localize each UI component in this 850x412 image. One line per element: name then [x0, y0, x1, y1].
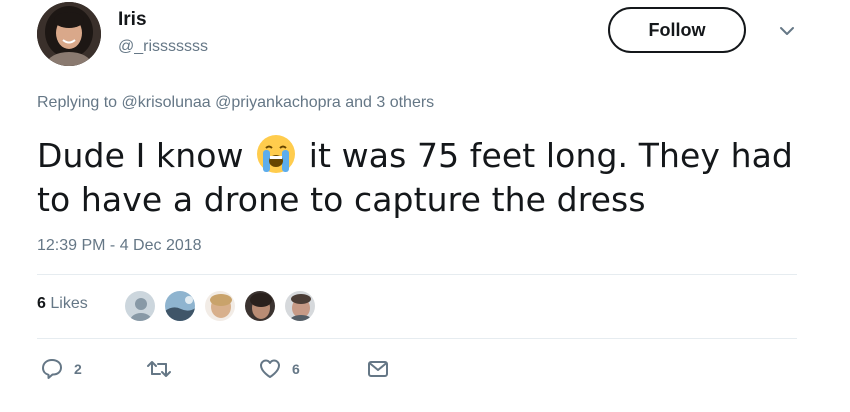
reply-context-prefix: Replying to	[37, 94, 118, 111]
author-name[interactable]: Iris	[118, 9, 147, 31]
liker-avatar[interactable]	[124, 290, 156, 322]
mention-link[interactable]: @krisolunaa	[122, 94, 211, 111]
likes-number: 6	[37, 295, 46, 312]
tweet-card: Iris @_risssssss Follow Replying to @kri…	[0, 0, 850, 412]
liker-avatar[interactable]	[244, 290, 276, 322]
author-avatar[interactable]	[37, 2, 101, 66]
reply-context: Replying to @krisolunaa @priyankachopra …	[37, 92, 434, 114]
likes-count[interactable]: 6 Likes	[37, 294, 88, 314]
divider	[37, 274, 797, 275]
retweet-icon	[147, 361, 171, 377]
tweet-text: Dude I know it was 75 feet long. They ha…	[37, 132, 817, 222]
divider	[37, 338, 797, 339]
liker-avatar[interactable]	[284, 290, 316, 322]
like-count: 6	[292, 361, 300, 377]
reply-button[interactable]: 2	[40, 357, 82, 381]
retweet-button[interactable]	[146, 357, 172, 381]
likes-label: Likes	[50, 295, 88, 312]
mention-link[interactable]: @priyankachopra	[215, 94, 341, 111]
liker-avatar[interactable]	[204, 290, 236, 322]
tweet-timestamp[interactable]: 12:39 PM - 4 Dec 2018	[37, 236, 202, 256]
heart-icon	[260, 359, 280, 378]
author-handle[interactable]: @_risssssss	[118, 37, 208, 57]
chevron-down-icon[interactable]	[778, 24, 796, 38]
tweet-text-part: Dude I know	[37, 136, 244, 175]
reply-icon	[42, 359, 62, 379]
reply-context-others[interactable]: and 3 others	[345, 94, 434, 111]
direct-message-button[interactable]	[366, 357, 390, 381]
like-button[interactable]: 6	[258, 357, 300, 381]
liker-avatar[interactable]	[164, 290, 196, 322]
reply-count: 2	[74, 361, 82, 377]
envelope-icon	[368, 361, 388, 377]
loudly-crying-face-icon	[254, 132, 298, 176]
follow-button[interactable]: Follow	[608, 7, 746, 53]
